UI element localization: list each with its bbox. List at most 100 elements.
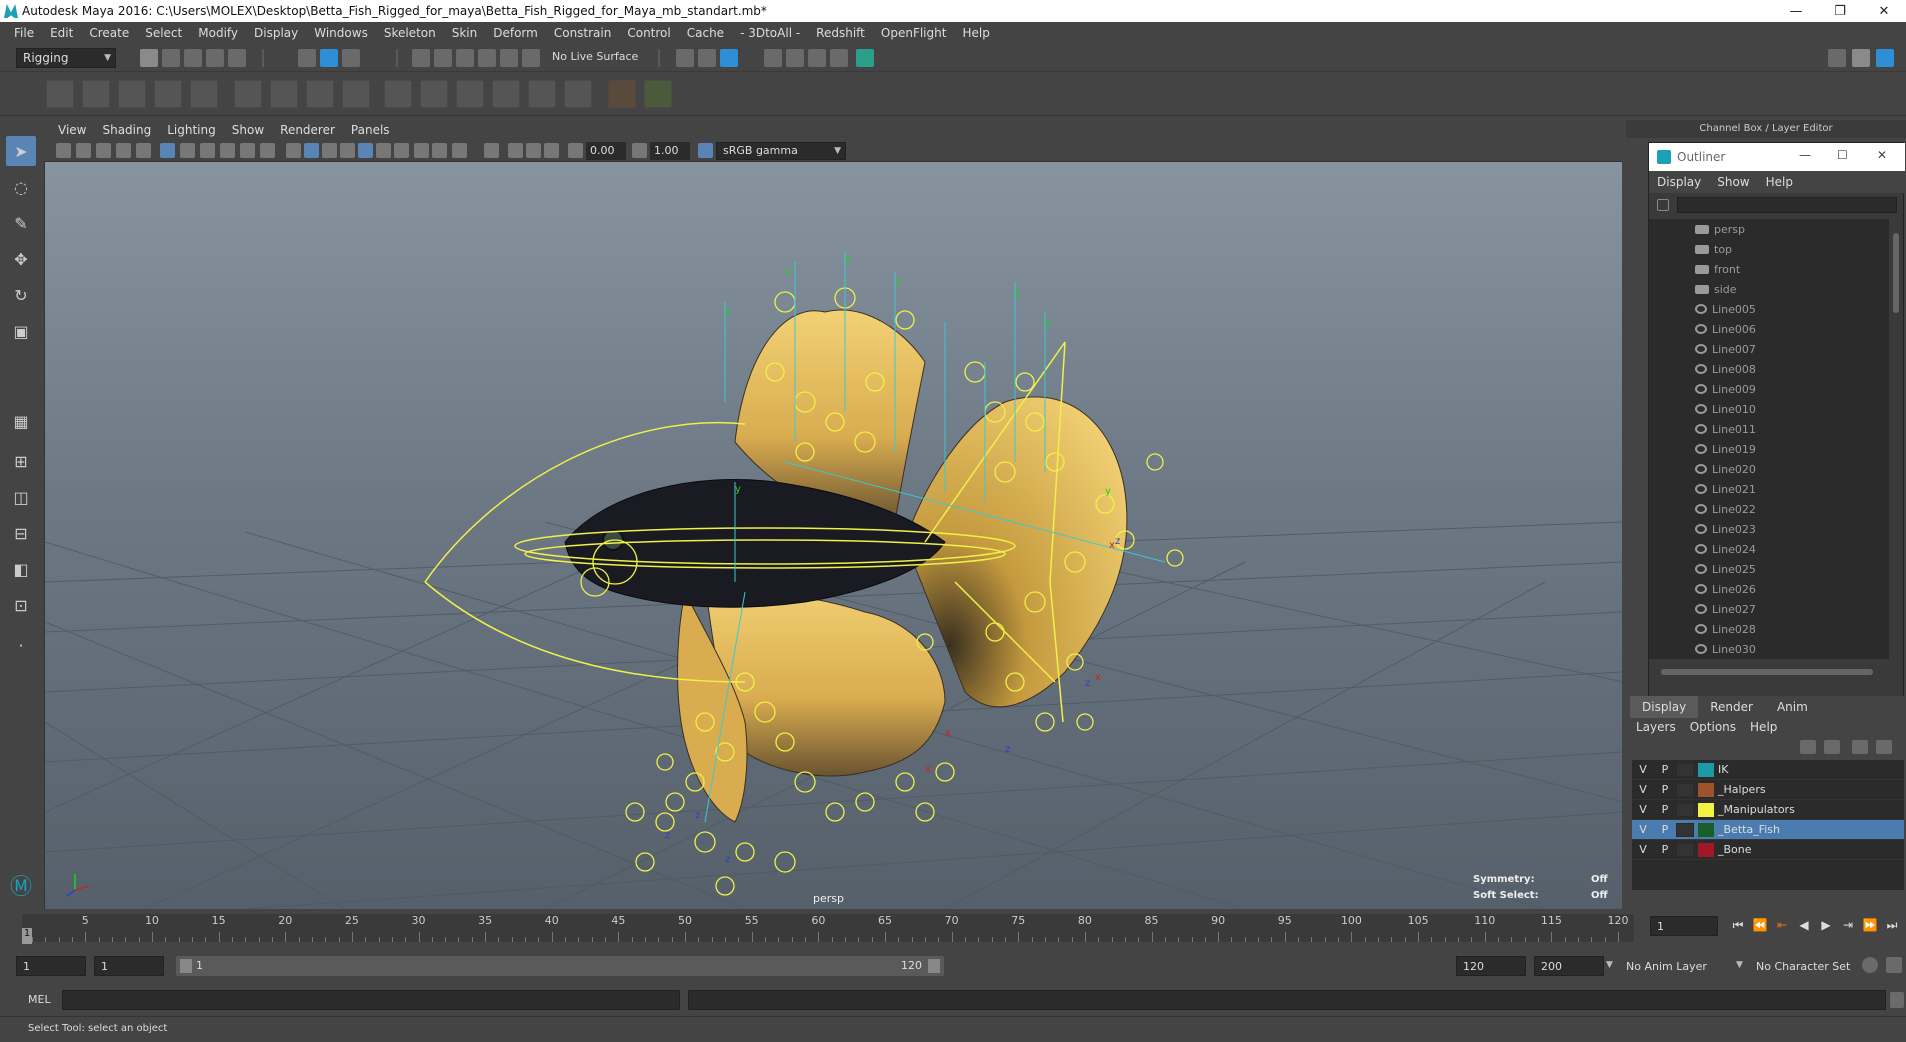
current-frame-field[interactable]: 1	[1650, 916, 1718, 936]
anim-layer-label[interactable]: No Anim Layer	[1626, 960, 1707, 973]
wireframe-on-shaded-icon[interactable]	[340, 143, 355, 158]
film-gate-icon[interactable]	[180, 143, 195, 158]
menu-3dtoall[interactable]: - 3DtoAll -	[732, 26, 808, 40]
ik-spline-icon[interactable]	[118, 80, 146, 108]
new-layer-icon[interactable]	[1852, 740, 1868, 754]
default-material-icon[interactable]	[322, 143, 337, 158]
outliner-item[interactable]: Line009	[1649, 379, 1889, 399]
open-scene-icon[interactable]	[162, 49, 180, 67]
paint-select-icon[interactable]: ✎	[6, 208, 36, 238]
outliner-item[interactable]: Line020	[1649, 459, 1889, 479]
chevron-down-icon[interactable]: ▼	[1606, 960, 1613, 970]
command-language-label[interactable]: MEL	[28, 993, 51, 1006]
viewport-menu-shading[interactable]: Shading	[94, 123, 159, 137]
outliner-item[interactable]: Line019	[1649, 439, 1889, 459]
menu-control[interactable]: Control	[619, 26, 678, 40]
layer-color-swatch[interactable]	[1698, 782, 1714, 797]
joint-tool-icon[interactable]	[46, 80, 74, 108]
image-plane-icon[interactable]	[116, 143, 131, 158]
outliner-item[interactable]: Line028	[1649, 619, 1889, 639]
range-start-handle[interactable]	[180, 959, 192, 973]
persp-hypershade-icon[interactable]: ⊡	[6, 590, 36, 620]
layer-display-type[interactable]	[1676, 822, 1694, 837]
outliner-horizontal-scrollbar[interactable]	[1661, 667, 1889, 677]
layer-row[interactable]: V P _Bone	[1632, 840, 1904, 860]
color-management-icon[interactable]	[698, 143, 713, 158]
menu-display[interactable]: Display	[246, 26, 306, 40]
snap-live-icon[interactable]	[500, 49, 518, 67]
bookmark-icon[interactable]	[96, 143, 111, 158]
outliner-item[interactable]: top	[1649, 239, 1889, 259]
persp-viewport[interactable]: y y y y y y y y z z z z z z x x x x Symmetry: Off So…	[44, 162, 1622, 909]
layer-playback-toggle[interactable]: P	[1654, 803, 1676, 816]
select-object-icon[interactable]	[320, 49, 338, 67]
outliner-item[interactable]: Line011	[1649, 419, 1889, 439]
layer-playback-toggle[interactable]: P	[1654, 763, 1676, 776]
new-layer-selected-icon[interactable]	[1876, 740, 1892, 754]
animation-start-field[interactable]: 1	[16, 956, 86, 976]
layer-row[interactable]: V P _Betta_Fish	[1632, 820, 1904, 840]
render-settings-icon[interactable]	[786, 49, 804, 67]
paint-weights-icon[interactable]	[270, 80, 298, 108]
menu-help[interactable]: Help	[954, 26, 997, 40]
locator-icon[interactable]	[608, 80, 636, 108]
menu-modify[interactable]: Modify	[190, 26, 246, 40]
use-lights-icon[interactable]	[376, 143, 391, 158]
layer-visibility-toggle[interactable]: V	[1632, 803, 1654, 816]
outliner-item[interactable]: Line025	[1649, 559, 1889, 579]
field-chart-icon[interactable]	[240, 143, 255, 158]
point-constraint-icon[interactable]	[384, 80, 412, 108]
redshift-render-icon[interactable]	[856, 49, 874, 67]
range-end-handle[interactable]	[928, 959, 940, 973]
outliner-item[interactable]: Line007	[1649, 339, 1889, 359]
layout-options-icon[interactable]: ·	[6, 630, 36, 660]
layer-color-swatch[interactable]	[1698, 842, 1714, 857]
character-set-label[interactable]: No Character Set	[1756, 960, 1850, 973]
outliner-item[interactable]: Line005	[1649, 299, 1889, 319]
outliner-menu-help[interactable]: Help	[1766, 175, 1809, 189]
exposure-field[interactable]: 0.00	[586, 142, 626, 160]
isolate-select-icon[interactable]	[484, 143, 499, 158]
outliner-item[interactable]: Line021	[1649, 479, 1889, 499]
animation-end-field[interactable]: 200	[1534, 956, 1604, 976]
go-to-start-icon[interactable]: ⏮	[1730, 918, 1746, 934]
filter-icon[interactable]	[1657, 199, 1669, 211]
smooth-shade-icon[interactable]	[304, 143, 319, 158]
viewport-menu-renderer[interactable]: Renderer	[272, 123, 343, 137]
layer-visibility-toggle[interactable]: V	[1632, 763, 1654, 776]
menu-cache[interactable]: Cache	[679, 26, 732, 40]
select-component-icon[interactable]	[342, 49, 360, 67]
outliner-item[interactable]: Line023	[1649, 519, 1889, 539]
undo-icon[interactable]	[206, 49, 224, 67]
camera-attributes-icon[interactable]	[76, 143, 91, 158]
aim-constraint-icon[interactable]	[420, 80, 448, 108]
outliner-item[interactable]: Line030	[1649, 639, 1889, 659]
menu-windows[interactable]: Windows	[306, 26, 376, 40]
step-back-key-icon[interactable]: ⇤	[1774, 918, 1790, 934]
layer-visibility-toggle[interactable]: V	[1632, 783, 1654, 796]
layer-row[interactable]: V P IK	[1632, 760, 1904, 780]
select-hierarchy-icon[interactable]	[298, 49, 316, 67]
redo-icon[interactable]	[228, 49, 246, 67]
motion-blur-icon[interactable]	[432, 143, 447, 158]
move-layer-down-icon[interactable]	[1824, 740, 1840, 754]
layer-display-type[interactable]	[1676, 762, 1694, 777]
step-forward-icon[interactable]: ⏩	[1862, 918, 1878, 934]
outliner-item[interactable]: Line010	[1649, 399, 1889, 419]
cluster-icon[interactable]	[342, 80, 370, 108]
four-view-icon[interactable]: ⊞	[6, 446, 36, 476]
play-backward-icon[interactable]: ◀	[1796, 918, 1812, 934]
xray-joints-icon[interactable]	[526, 143, 541, 158]
outliner-minimize-icon[interactable]: —	[1799, 148, 1811, 162]
outliner-maximize-icon[interactable]: ☐	[1837, 148, 1848, 162]
gamma-icon[interactable]	[632, 143, 647, 158]
scale-tool-icon[interactable]: ▣	[6, 316, 36, 346]
layer-row[interactable]: V P _Halpers	[1632, 780, 1904, 800]
outliner-item[interactable]: Line022	[1649, 499, 1889, 519]
minimize-button[interactable]: —	[1774, 0, 1818, 22]
tab-anim[interactable]: Anim	[1765, 696, 1820, 718]
snap-point-icon[interactable]	[456, 49, 474, 67]
insert-joint-icon[interactable]	[154, 80, 182, 108]
menu-file[interactable]: File	[6, 26, 42, 40]
hik-icon[interactable]	[190, 80, 218, 108]
